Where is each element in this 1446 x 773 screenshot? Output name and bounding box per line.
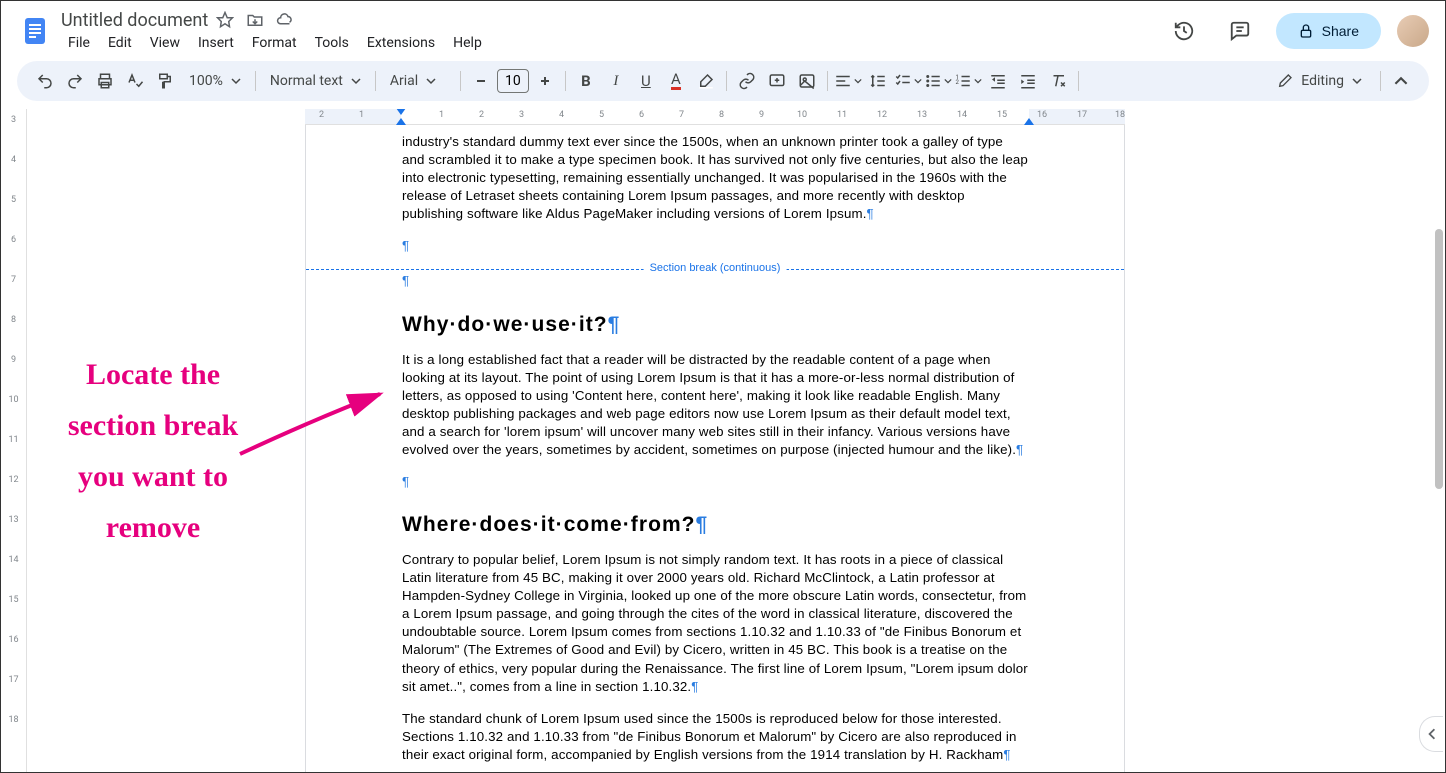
font-size-increase-button[interactable] bbox=[531, 67, 559, 95]
pilcrow-icon: ¶ bbox=[867, 206, 874, 221]
print-button[interactable] bbox=[91, 67, 119, 95]
menu-insert[interactable]: Insert bbox=[191, 33, 241, 53]
clear-formatting-button[interactable] bbox=[1044, 67, 1072, 95]
heading[interactable]: Where·does·it·come·from?¶ bbox=[402, 513, 1028, 537]
undo-button[interactable] bbox=[31, 67, 59, 95]
editing-mode-dropdown[interactable]: Editing bbox=[1265, 67, 1374, 95]
pilcrow-icon: ¶ bbox=[402, 238, 409, 253]
align-button[interactable] bbox=[834, 67, 862, 95]
font-size-decrease-button[interactable] bbox=[467, 67, 495, 95]
redo-button[interactable] bbox=[61, 67, 89, 95]
decrease-indent-button[interactable] bbox=[984, 67, 1012, 95]
document-title[interactable]: Untitled document bbox=[61, 10, 208, 31]
history-icon[interactable] bbox=[1164, 11, 1204, 51]
star-icon[interactable] bbox=[216, 11, 234, 29]
docs-logo[interactable] bbox=[17, 13, 53, 49]
text-color-button[interactable]: A bbox=[662, 67, 690, 95]
empty-paragraph[interactable]: ¶ bbox=[402, 237, 1028, 255]
line-spacing-button[interactable] bbox=[864, 67, 892, 95]
document-canvas[interactable]: 2 1 1 2 3 4 5 6 7 8 9 10 11 12 13 14 15 … bbox=[27, 109, 1445, 772]
menu-bar: File Edit View Insert Format Tools Exten… bbox=[61, 33, 1156, 53]
font-size-input[interactable]: 10 bbox=[497, 69, 529, 93]
pilcrow-icon: ¶ bbox=[691, 679, 698, 694]
menu-tools[interactable]: Tools bbox=[308, 33, 356, 53]
section-break-marker[interactable]: Section break (continuous) bbox=[306, 269, 1124, 270]
font-dropdown[interactable]: Arial bbox=[382, 73, 454, 89]
paragraph[interactable]: Contrary to popular belief, Lorem Ipsum … bbox=[402, 551, 1028, 696]
menu-extensions[interactable]: Extensions bbox=[360, 33, 442, 53]
format-paint-button[interactable] bbox=[151, 67, 179, 95]
heading[interactable]: Why·do·we·use·it?¶ bbox=[402, 313, 1028, 337]
menu-help[interactable]: Help bbox=[446, 33, 489, 53]
pilcrow-icon: ¶ bbox=[608, 313, 620, 336]
paragraph[interactable]: industry's standard dummy text ever sinc… bbox=[402, 133, 1028, 223]
checklist-button[interactable] bbox=[894, 67, 922, 95]
menu-file[interactable]: File bbox=[61, 33, 97, 53]
add-comment-button[interactable] bbox=[763, 67, 791, 95]
increase-indent-button[interactable] bbox=[1014, 67, 1042, 95]
menu-edit[interactable]: Edit bbox=[101, 33, 139, 53]
insert-link-button[interactable] bbox=[733, 67, 761, 95]
underline-button[interactable]: U bbox=[632, 67, 660, 95]
horizontal-ruler[interactable]: 2 1 1 2 3 4 5 6 7 8 9 10 11 12 13 14 15 … bbox=[305, 109, 1125, 125]
vertical-ruler: 3 4 5 6 7 8 9 10 11 12 13 14 15 16 17 18 bbox=[1, 109, 27, 772]
menu-view[interactable]: View bbox=[143, 33, 187, 53]
toolbar: 100% Normal text Arial 10 B I U A 12 Edi… bbox=[17, 61, 1429, 101]
pilcrow-icon: ¶ bbox=[1003, 747, 1010, 762]
title-bar: Untitled document File Edit View Insert … bbox=[1, 1, 1445, 61]
left-indent-marker[interactable] bbox=[396, 118, 406, 125]
empty-paragraph[interactable]: ¶ bbox=[402, 272, 1028, 290]
side-panel-toggle[interactable] bbox=[1419, 716, 1443, 752]
numbered-list-button[interactable]: 12 bbox=[954, 67, 982, 95]
italic-button[interactable]: I bbox=[602, 67, 630, 95]
empty-paragraph[interactable]: ¶ bbox=[402, 473, 1028, 491]
bulleted-list-button[interactable] bbox=[924, 67, 952, 95]
pilcrow-icon: ¶ bbox=[1016, 442, 1023, 457]
pilcrow-icon: ¶ bbox=[696, 513, 708, 536]
share-label: Share bbox=[1322, 23, 1359, 39]
comments-icon[interactable] bbox=[1220, 11, 1260, 51]
paragraph-style-dropdown[interactable]: Normal text bbox=[262, 73, 369, 89]
account-avatar[interactable] bbox=[1397, 15, 1429, 47]
bold-button[interactable]: B bbox=[572, 67, 600, 95]
svg-text:2: 2 bbox=[955, 79, 959, 86]
menu-format[interactable]: Format bbox=[245, 33, 304, 53]
highlight-color-button[interactable] bbox=[692, 67, 720, 95]
share-button[interactable]: Share bbox=[1276, 13, 1381, 49]
document-page[interactable]: industry's standard dummy text ever sinc… bbox=[305, 125, 1125, 772]
pilcrow-icon: ¶ bbox=[402, 474, 409, 489]
hide-menus-button[interactable] bbox=[1387, 67, 1415, 95]
zoom-dropdown[interactable]: 100% bbox=[181, 73, 249, 89]
cloud-status-icon[interactable] bbox=[276, 11, 294, 29]
paragraph[interactable]: It is a long established fact that a rea… bbox=[402, 351, 1028, 459]
first-line-indent-marker[interactable] bbox=[396, 109, 406, 115]
paragraph[interactable]: The standard chunk of Lorem Ipsum used s… bbox=[402, 710, 1028, 764]
right-indent-marker[interactable] bbox=[1024, 118, 1034, 125]
pilcrow-icon: ¶ bbox=[402, 273, 409, 288]
spellcheck-button[interactable] bbox=[121, 67, 149, 95]
move-icon[interactable] bbox=[246, 11, 264, 29]
insert-image-button[interactable] bbox=[793, 67, 821, 95]
vertical-scrollbar-thumb[interactable] bbox=[1435, 229, 1443, 489]
